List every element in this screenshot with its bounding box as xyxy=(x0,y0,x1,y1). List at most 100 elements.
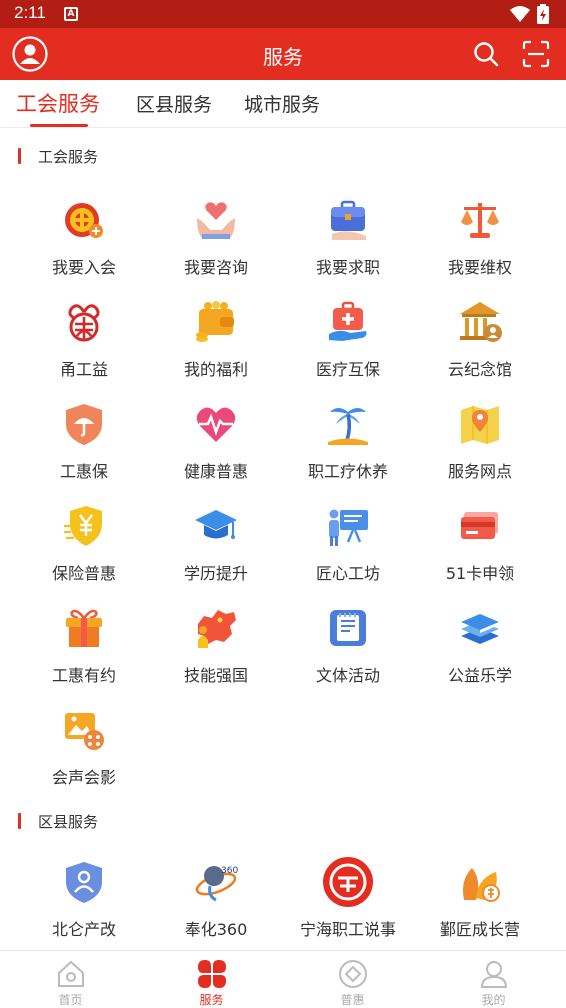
service-label: 工惠保 xyxy=(59,462,108,481)
service-label: 会声会影 xyxy=(51,768,116,787)
service-label: 技能强国 xyxy=(183,666,248,685)
profile-icon xyxy=(480,961,508,988)
wallet-coins-icon xyxy=(196,301,234,342)
section-title: 区县服务 xyxy=(38,813,99,831)
search-icon[interactable] xyxy=(472,40,500,68)
service-label: 医疗互保 xyxy=(315,360,380,379)
service-label: 我的福利 xyxy=(183,360,248,379)
service-item-gonghui-appointment[interactable]: 工惠有约 xyxy=(18,606,150,706)
umbrella-shield-icon xyxy=(66,404,102,445)
battery-icon xyxy=(537,4,549,24)
nav-label: 首页 xyxy=(58,993,83,1007)
service-label: 我要维权 xyxy=(447,258,512,277)
service-label: 职工疗休养 xyxy=(307,462,388,481)
briefcase-icon xyxy=(331,200,366,240)
nav-mine[interactable]: 我的 xyxy=(423,957,564,1008)
bank-card-icon xyxy=(461,512,498,539)
service-item-medical-mutual[interactable]: 医疗互保 xyxy=(282,300,414,400)
service-item-gonghuibao[interactable]: 工惠保 xyxy=(18,402,150,502)
tab-district-services[interactable]: 区县服务 xyxy=(136,90,212,117)
service-label: 保险普惠 xyxy=(51,564,116,583)
service-item-insurance[interactable]: 保险普惠 xyxy=(18,504,150,604)
nav-label: 普惠 xyxy=(340,993,365,1007)
service-item-job-seeking[interactable]: 我要求职 xyxy=(282,198,414,298)
fenghua-360-icon: 360 xyxy=(195,866,238,902)
film-photo-icon xyxy=(65,713,104,750)
status-bar: 2:11 A xyxy=(0,0,566,28)
svg-text:360: 360 xyxy=(221,866,238,876)
tab-union-services[interactable]: 工会服务 xyxy=(16,88,100,118)
service-item-consult[interactable]: 我要咨询 xyxy=(150,198,282,298)
service-label: 服务网点 xyxy=(447,462,512,481)
service-item-fenghua-360[interactable]: 360 奉化360 xyxy=(150,860,282,960)
nav-services[interactable]: 服务 xyxy=(141,957,282,1008)
palm-tree-icon xyxy=(328,408,368,445)
service-item-join-union[interactable]: 我要入会 xyxy=(18,198,150,298)
service-item-public-learning[interactable]: 公益乐学 xyxy=(414,606,546,706)
leaf-growth-icon xyxy=(463,868,500,902)
service-item-rights[interactable]: 我要维权 xyxy=(414,198,546,298)
nav-label: 我的 xyxy=(481,993,506,1007)
wifi-icon xyxy=(510,6,530,22)
service-label: 甬工益 xyxy=(59,360,108,379)
status-time: 2:11 xyxy=(14,3,46,22)
service-item-health[interactable]: 健康普惠 xyxy=(150,402,282,502)
china-map-icon xyxy=(198,610,236,648)
gift-box-icon xyxy=(66,609,102,647)
graduation-cap-icon xyxy=(195,510,237,539)
tab-city-services[interactable]: 城市服务 xyxy=(244,90,320,117)
notification-icon: A xyxy=(64,7,78,21)
service-item-audio-video[interactable]: 会声会影 xyxy=(18,708,150,808)
service-label: 健康普惠 xyxy=(183,462,248,481)
service-item-education[interactable]: 学历提升 xyxy=(150,504,282,604)
service-item-cloud-memorial[interactable]: 云纪念馆 xyxy=(414,300,546,400)
service-item-my-welfare[interactable]: 我的福利 xyxy=(150,300,282,400)
section-marker xyxy=(18,148,21,164)
workshop-board-icon xyxy=(329,509,368,546)
ninghai-logo-icon xyxy=(323,857,373,907)
active-tab-indicator xyxy=(30,124,88,127)
scales-icon xyxy=(461,203,499,238)
service-item-beilun[interactable]: 北仑产改 xyxy=(18,860,150,960)
union-badge-icon xyxy=(65,203,103,238)
service-label: 51卡申领 xyxy=(445,564,515,583)
yen-shield-icon xyxy=(64,506,102,546)
scan-icon[interactable] xyxy=(522,40,550,68)
service-item-51-card[interactable]: 51卡申领 xyxy=(414,504,546,604)
service-item-ninghai[interactable]: 宁海职工说事 xyxy=(282,857,414,960)
service-item-recuperation[interactable]: 职工疗休养 xyxy=(282,402,414,502)
service-label: 北仑产改 xyxy=(51,920,116,939)
service-item-yong-charity[interactable]: 甬工益 xyxy=(18,300,150,400)
nav-label: 服务 xyxy=(199,993,224,1007)
service-item-skills-nation[interactable]: 技能强国 xyxy=(150,606,282,706)
service-label: 学历提升 xyxy=(183,564,248,583)
nav-benefits[interactable]: 普惠 xyxy=(282,957,423,1008)
notepad-icon xyxy=(330,610,366,646)
heartbeat-icon xyxy=(196,407,236,442)
service-item-culture-sports[interactable]: 文体活动 xyxy=(282,606,414,706)
service-label: 鄞匠成长营 xyxy=(439,920,520,939)
nav-home[interactable]: 首页 xyxy=(0,957,141,1008)
clover-icon xyxy=(198,960,226,988)
map-pin-icon xyxy=(461,406,499,444)
section-marker xyxy=(18,813,21,829)
service-item-service-points[interactable]: 服务网点 xyxy=(414,402,546,502)
service-item-yinjiang[interactable]: 鄞匠成长营 xyxy=(414,860,546,960)
diamond-icon xyxy=(339,960,367,988)
heart-hands-icon xyxy=(197,202,235,239)
service-label: 我要咨询 xyxy=(183,258,248,277)
bottom-navigation: 首页 服务 普惠 我的 xyxy=(0,950,566,1008)
service-label: 奉化360 xyxy=(184,920,248,939)
service-item-craftsman-workshop[interactable]: 匠心工坊 xyxy=(282,504,414,604)
service-label: 文体活动 xyxy=(315,666,380,685)
service-label: 宁海职工说事 xyxy=(299,920,396,939)
person-shield-icon xyxy=(66,862,102,903)
section-title: 工会服务 xyxy=(38,148,99,166)
charity-logo-icon xyxy=(68,304,100,342)
home-icon xyxy=(58,960,84,987)
medical-kit-icon xyxy=(329,301,367,341)
service-label: 云纪念馆 xyxy=(447,360,512,379)
books-icon xyxy=(461,614,499,644)
service-tabs: 工会服务 区县服务 城市服务 xyxy=(0,80,566,128)
app-header: 服务 xyxy=(0,28,566,80)
